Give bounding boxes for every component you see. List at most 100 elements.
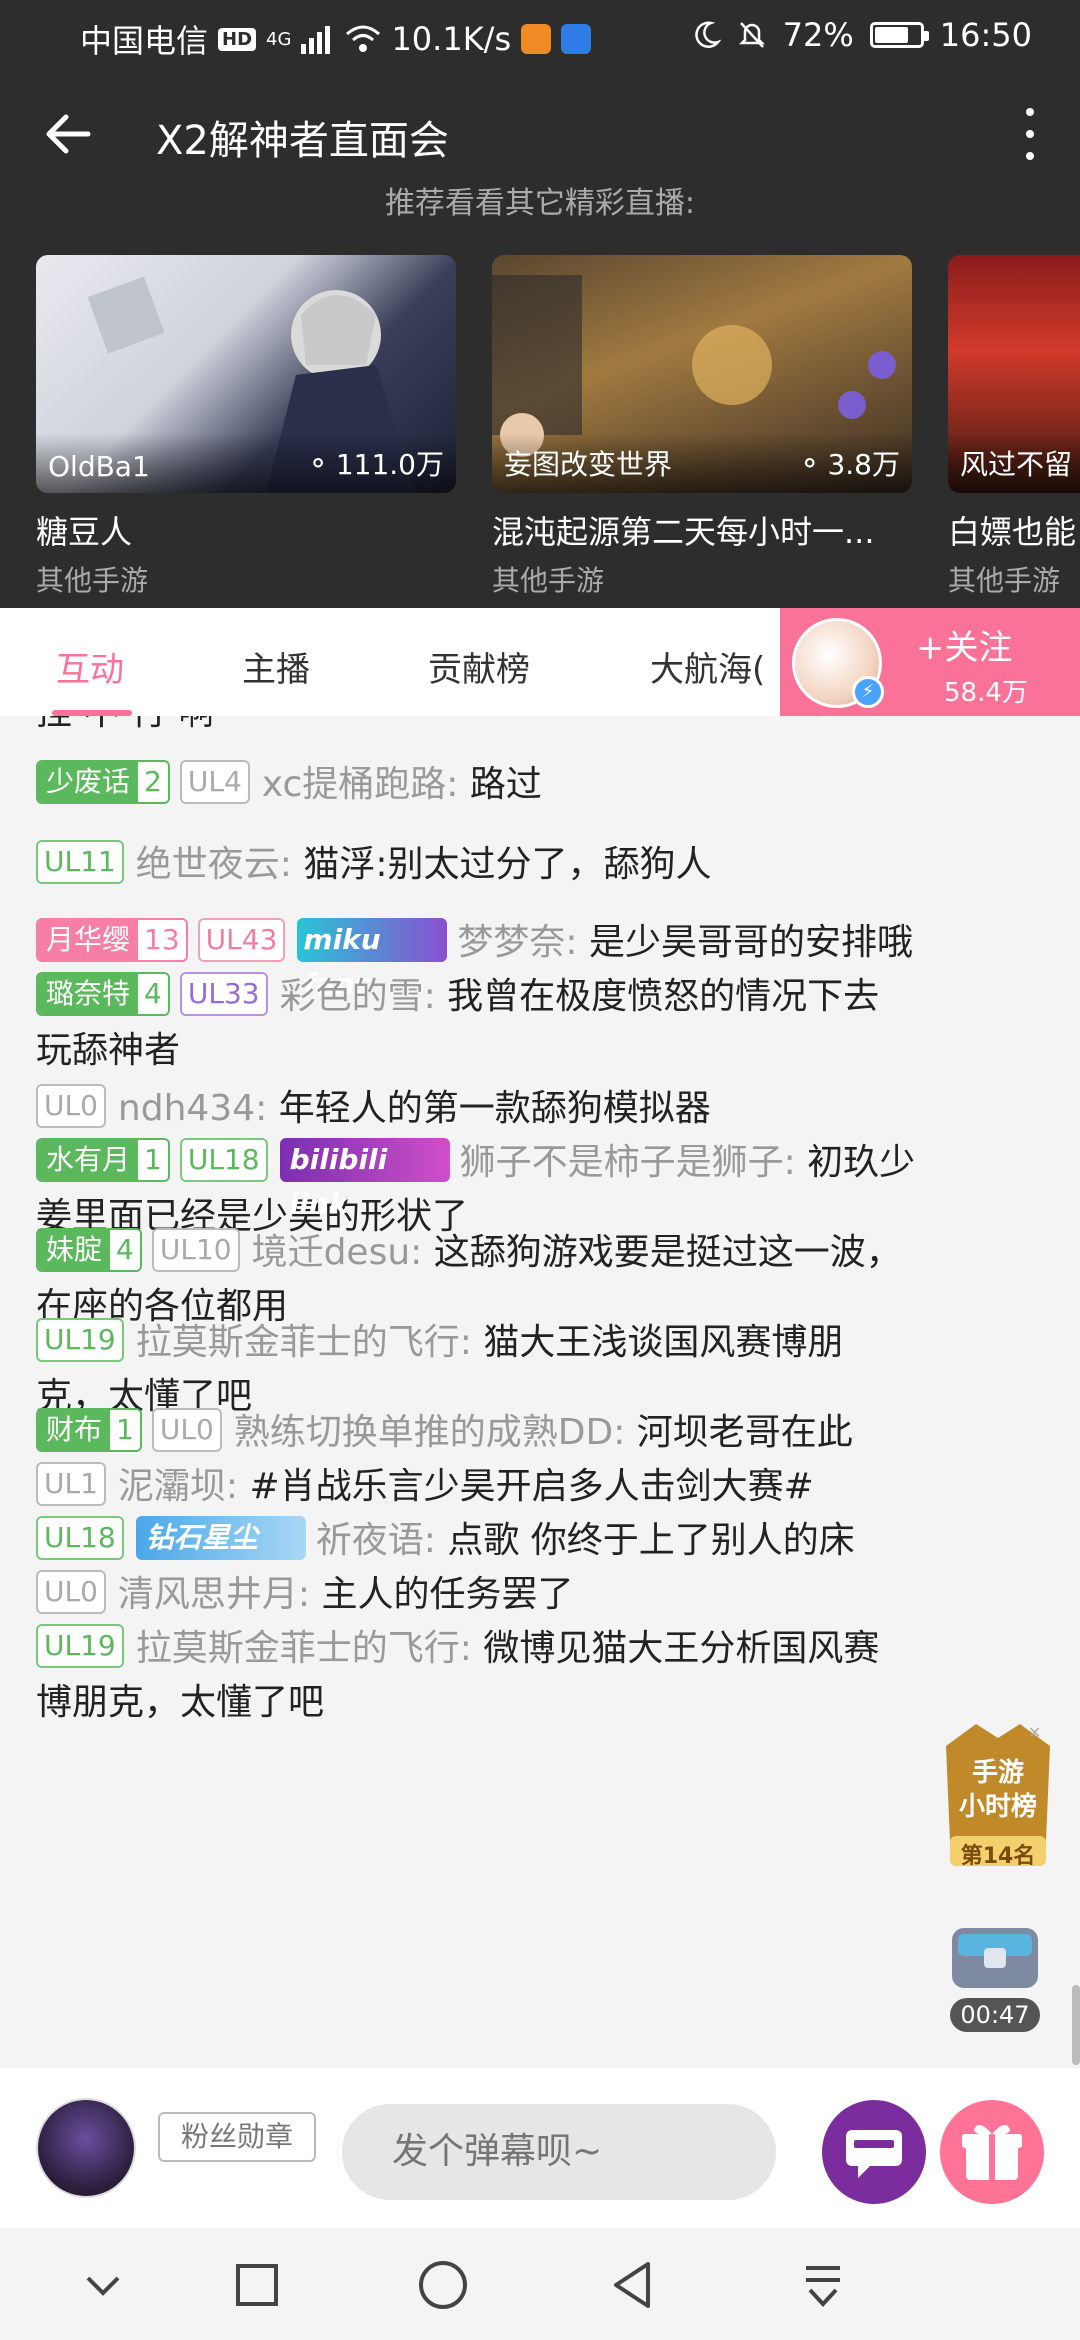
user-level-badge: UL0	[151, 1408, 222, 1452]
viewers-icon: ⚬	[306, 446, 330, 480]
hd-icon: HD	[218, 27, 257, 51]
fan-medal: 财布 1	[36, 1408, 142, 1452]
treasure-chest-button[interactable]: 00:47	[940, 1908, 1050, 2032]
gift-icon	[962, 2124, 1022, 2180]
chat-message: UL0 清风思井月: 主人的任务罢了	[36, 1568, 1036, 1622]
chat-username[interactable]: 梦梦奈:	[457, 922, 577, 963]
back-arrow-icon[interactable]	[40, 104, 100, 164]
wifi-icon	[346, 25, 381, 52]
chat-username[interactable]: 祈夜语:	[316, 1520, 436, 1561]
stream-views: 111.0万	[335, 448, 444, 481]
chat-username[interactable]: ndh434:	[118, 1088, 267, 1129]
rank-line2: 小时榜	[958, 1792, 1037, 1822]
chat-list[interactable]: 挂 不 行 啊 少废话2UL4 xc提桶跑路: 路过 UL11 绝世夜云: 猫浮:别…	[0, 716, 1080, 2066]
user-level-badge: UL18	[179, 1138, 268, 1182]
chat-message: UL11 绝世夜云: 猫浮:别太过分了，舔狗人	[36, 838, 1036, 892]
chat-username[interactable]: xc提桶跑路:	[262, 764, 459, 805]
chat-text: 我曾在极度愤怒的情况下去	[447, 976, 880, 1017]
chat-message: 璐奈特 4 UL33 彩色的雪: 我曾在极度愤怒的情况下去 玩舔神者	[36, 970, 1036, 1078]
chat-username[interactable]: 境迁desu:	[252, 1232, 423, 1273]
recommend-card[interactable]: 妄图改变世界 ⚬ 3.8万 混沌起源第二天每小时一... 其他手游	[492, 255, 912, 595]
danmaku-input[interactable]	[342, 2104, 776, 2200]
mute-bell-icon	[738, 22, 765, 48]
follower-count: 58.4万	[944, 678, 1028, 708]
stream-name: 糖豆人	[36, 513, 133, 551]
chat-scrollbar[interactable]	[1072, 1985, 1080, 2065]
chat-text: 微博见猫大王分析国风赛	[483, 1628, 880, 1669]
chat-username[interactable]: 绝世夜云:	[136, 844, 292, 885]
chat-message: UL18 钻石星尘 祈夜语: 点歌 你终于上了别人的床	[36, 1514, 936, 1568]
more-menu-icon[interactable]	[1020, 102, 1040, 166]
chat-username[interactable]: 清风思井月:	[118, 1574, 310, 1615]
treasure-chest-icon	[952, 1928, 1038, 1988]
input-bar: 粉丝勋章	[0, 2068, 1080, 2228]
stream-category: 其他手游	[948, 564, 1061, 595]
user-level-badge: UL0	[36, 1570, 106, 1614]
stream-category: 其他手游	[36, 564, 149, 595]
hourly-rank-badge[interactable]: ✕ 手游 小时榜 第14名	[936, 1716, 1060, 1869]
chat-text: 点歌 你终于上了别人的床	[447, 1520, 855, 1561]
danmaku-settings-button[interactable]	[822, 2100, 926, 2204]
app-notification-icon	[521, 24, 552, 54]
chat-username[interactable]: 彩色的雪:	[280, 976, 436, 1017]
stream-host: OldBa1	[48, 450, 150, 483]
chat-text: 初玖少	[807, 1142, 916, 1183]
status-bar: 中国电信 HD 4G 10.1K/s 72% 16:50	[0, 0, 1080, 72]
moon-icon	[694, 21, 721, 48]
user-level-badge: UL4	[179, 760, 250, 804]
diamond-stardust-title-badge: 钻石星尘	[135, 1516, 306, 1560]
chat-message: UL0 ndh434: 年轻人的第一款舔狗模拟器	[36, 1082, 1036, 1136]
chat-username[interactable]: 拉莫斯金菲士的飞行:	[136, 1322, 472, 1363]
user-level-badge: UL33	[179, 972, 268, 1016]
back-triangle-icon[interactable]	[598, 2250, 668, 2320]
chat-username[interactable]: 泥灞坝:	[118, 1466, 238, 1507]
chat-message: 财布 1 UL0 熟练切换单推的成熟DD: 河坝老哥在此	[36, 1406, 1036, 1460]
rank-line1: 手游	[971, 1758, 1024, 1788]
tab-interaction[interactable]: 互动	[56, 642, 124, 691]
home-circle-icon[interactable]	[408, 2250, 478, 2320]
bilibili-link-title-badge: bilibili link	[279, 1138, 450, 1220]
user-level-badge: UL43	[197, 918, 286, 962]
chat-text: 路过	[469, 764, 542, 805]
fan-medal: 水有月 1	[36, 1138, 170, 1182]
user-level-badge: UL19	[36, 1318, 124, 1362]
title-bar: X2解神者直面会	[0, 84, 1080, 184]
clock: 16:50	[939, 16, 1032, 54]
stream-thumbnail: 风过不留	[948, 255, 1080, 493]
gift-button[interactable]	[940, 2100, 1044, 2204]
page-title: X2解神者直面会	[156, 118, 449, 164]
chat-username[interactable]: 熟练切换单推的成熟DD:	[234, 1412, 626, 1453]
fan-badge-button[interactable]: 粉丝勋章	[158, 2112, 316, 2162]
stream-thumbnail: OldBa1 ⚬ 111.0万	[36, 255, 456, 493]
chat-text: 这舔狗游戏要是挺过这一波，	[433, 1232, 902, 1273]
system-nav-bar	[0, 2228, 1080, 2340]
follow-button[interactable]: ⚡ +关注 58.4万	[780, 608, 1080, 716]
stream-name: 白嫖也能	[948, 513, 1077, 551]
tab-guard[interactable]: 大航海(	[650, 642, 765, 691]
stream-name: 混沌起源第二天每小时一...	[492, 513, 875, 551]
chat-message: 少废话 2 UL4 xc提桶跑路: 路过	[36, 758, 1036, 812]
battery-percent: 72%	[782, 16, 854, 54]
chat-message-partial: 挂 不 行 啊	[36, 716, 1036, 740]
follow-label: +关注	[916, 628, 1013, 668]
fan-medal: 妹腚 4	[36, 1228, 142, 1272]
header-area: 中国电信 HD 4G 10.1K/s 72% 16:50 X2解神者直面会 推荐…	[0, 0, 1080, 608]
recommend-card[interactable]: 风过不留 白嫖也能 其他手游	[948, 255, 1080, 595]
chat-username[interactable]: 拉莫斯金菲士的飞行:	[136, 1628, 472, 1669]
chat-text-continued: 玩舔神者	[36, 1030, 181, 1071]
recommend-card[interactable]: OldBa1 ⚬ 111.0万 糖豆人 其他手游	[36, 255, 456, 595]
recents-square-icon[interactable]	[222, 2250, 292, 2320]
notification-pull-icon[interactable]	[788, 2250, 858, 2320]
chat-text: 猫大王浅谈国风赛博朋	[483, 1322, 844, 1363]
tab-contribution[interactable]: 贡献榜	[428, 642, 530, 691]
viewers-icon: ⚬	[798, 446, 822, 480]
svg-text:✕: ✕	[1028, 1723, 1041, 1742]
user-level-badge: UL11	[36, 840, 124, 884]
user-avatar[interactable]	[36, 2098, 136, 2198]
user-level-badge: UL18	[36, 1516, 124, 1560]
chat-text: 主人的任务罢了	[321, 1574, 574, 1615]
chevron-down-icon[interactable]	[68, 2250, 138, 2320]
recommend-subtitle: 推荐看看其它精彩直播:	[384, 186, 696, 221]
chat-username[interactable]: 狮子不是柿子是狮子:	[460, 1142, 796, 1183]
tab-streamer[interactable]: 主播	[242, 642, 310, 691]
